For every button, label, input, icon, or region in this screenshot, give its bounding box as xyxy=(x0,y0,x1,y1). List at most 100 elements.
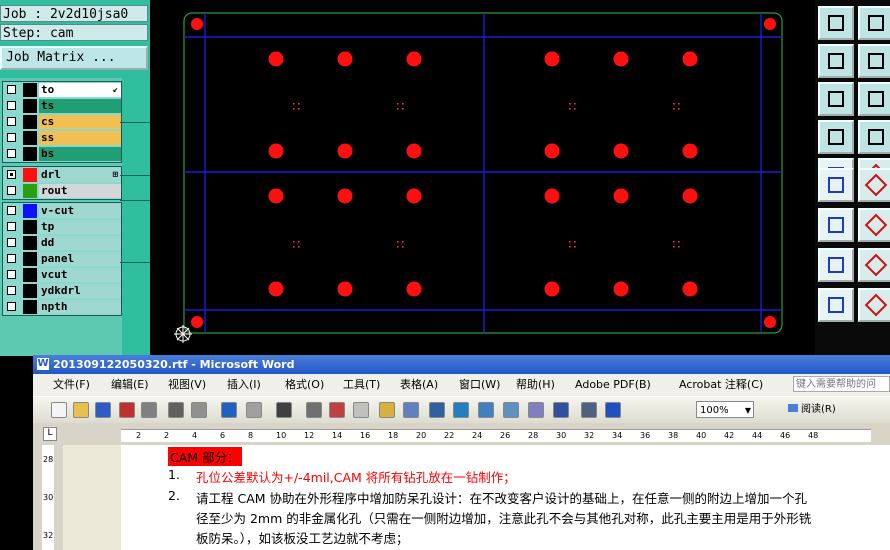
menu-item[interactable]: 工具(T) xyxy=(343,374,380,396)
job-matrix-button[interactable]: Job Matrix ... xyxy=(0,46,148,70)
help-search-input[interactable] xyxy=(793,376,890,392)
cross-tool-button[interactable] xyxy=(858,168,890,202)
layer-row[interactable]: cs xyxy=(3,114,121,130)
layer-color-swatch[interactable] xyxy=(23,99,37,113)
layer-color-swatch[interactable] xyxy=(23,220,37,234)
layer-color-swatch[interactable] xyxy=(23,268,37,282)
toolbar-button[interactable] xyxy=(528,402,544,418)
zoom-select[interactable]: 100% ▼ xyxy=(696,401,754,418)
menu-item[interactable]: 插入(I) xyxy=(227,374,261,396)
toolbar-button[interactable] xyxy=(51,402,67,418)
layer-name[interactable]: rout xyxy=(39,184,121,198)
layer-checkbox[interactable] xyxy=(7,186,16,195)
toolbar-button[interactable] xyxy=(306,402,322,418)
zoom-fit-tool-button[interactable] xyxy=(818,82,854,116)
layer-row[interactable]: vcut xyxy=(3,267,121,283)
layer-color-swatch[interactable] xyxy=(23,168,37,182)
toolbar-button[interactable] xyxy=(453,402,469,418)
layer-checkbox[interactable] xyxy=(7,206,16,215)
move-left-tool-button[interactable] xyxy=(818,44,854,78)
toolbar-button[interactable] xyxy=(403,402,419,418)
menu-item[interactable]: 表格(A) xyxy=(400,374,438,396)
layer-row[interactable]: ydkdrl xyxy=(3,283,121,299)
menu-item[interactable]: 编辑(E) xyxy=(111,374,149,396)
menu-item[interactable]: 窗口(W) xyxy=(459,374,500,396)
toolbar-button[interactable] xyxy=(168,402,184,418)
toolbar-button[interactable] xyxy=(191,402,207,418)
tab-stop-selector[interactable]: L xyxy=(43,427,57,441)
layer-checkbox[interactable] xyxy=(7,170,16,179)
layer-name[interactable]: to ↙ xyxy=(39,83,121,97)
layer-name[interactable]: bs xyxy=(39,147,121,161)
toolbar-button[interactable] xyxy=(478,402,494,418)
layer-name[interactable]: dd xyxy=(39,236,121,250)
line-angle-tool-button[interactable] xyxy=(818,208,854,242)
toolbar-button[interactable] xyxy=(379,402,395,418)
layer-color-swatch[interactable] xyxy=(23,147,37,161)
menu-item[interactable]: Adobe PDF(B) xyxy=(575,374,651,396)
layer-checkbox[interactable] xyxy=(7,254,16,263)
layer-name[interactable]: v-cut xyxy=(39,204,121,218)
layer-name[interactable]: vcut xyxy=(39,268,121,282)
layer-checkbox[interactable] xyxy=(7,270,16,279)
menu-item[interactable]: 视图(V) xyxy=(168,374,206,396)
menu-item[interactable]: 格式(O) xyxy=(285,374,324,396)
layer-checkbox[interactable] xyxy=(7,238,16,247)
measure-tool-button[interactable] xyxy=(818,120,854,154)
layer-row[interactable]: drl ⊞ xyxy=(3,167,121,183)
layer-row[interactable]: bs xyxy=(3,146,121,162)
layer-checkbox[interactable] xyxy=(7,149,16,158)
menu-item[interactable]: 帮助(H) xyxy=(516,374,555,396)
layer-row[interactable]: panel xyxy=(3,251,121,267)
layer-color-swatch[interactable] xyxy=(23,184,37,198)
layer-color-swatch[interactable] xyxy=(23,204,37,218)
line-h-tool-button[interactable] xyxy=(858,248,890,282)
layer-name[interactable]: cs xyxy=(39,115,121,129)
move-right-tool-button[interactable] xyxy=(858,44,890,78)
triangle-warning-tool-button[interactable] xyxy=(858,288,890,322)
layer-row[interactable]: ts xyxy=(3,98,121,114)
layer-color-swatch[interactable] xyxy=(23,236,37,250)
layer-checkbox[interactable] xyxy=(7,133,16,142)
cam-canvas[interactable] xyxy=(150,0,815,355)
layer-row[interactable]: npth xyxy=(3,299,121,315)
layer-color-swatch[interactable] xyxy=(23,115,37,129)
layer-checkbox[interactable] xyxy=(7,85,16,94)
layer-row[interactable]: to ↙ xyxy=(3,82,121,98)
grid-tool-button[interactable] xyxy=(858,120,890,154)
layer-row[interactable]: dd xyxy=(3,235,121,251)
layer-checkbox[interactable] xyxy=(7,286,16,295)
toolbar-button[interactable] xyxy=(605,402,621,418)
toolbar-button[interactable] xyxy=(246,402,262,418)
menu-item[interactable]: 文件(F) xyxy=(53,374,90,396)
layer-name[interactable]: ts xyxy=(39,99,121,113)
toolbar-button[interactable] xyxy=(503,402,519,418)
layer-color-swatch[interactable] xyxy=(23,131,37,145)
layer-color-swatch[interactable] xyxy=(23,284,37,298)
toolbar-button[interactable] xyxy=(119,402,135,418)
layer-checkbox[interactable] xyxy=(7,302,16,311)
layer-color-swatch[interactable] xyxy=(23,300,37,314)
zoom-window-tool-button[interactable] xyxy=(858,82,890,116)
menu-item[interactable]: Acrobat 注释(C) xyxy=(679,374,763,396)
layer-name[interactable]: ydkdrl xyxy=(39,284,121,298)
layer-row[interactable]: ss xyxy=(3,130,121,146)
toolbar-button[interactable] xyxy=(329,402,345,418)
layer-checkbox[interactable] xyxy=(7,117,16,126)
toolbar-button[interactable] xyxy=(429,402,445,418)
toolbar-button[interactable] xyxy=(73,402,89,418)
toolbar-button[interactable] xyxy=(141,402,157,418)
layer-name[interactable]: drl ⊞ xyxy=(39,168,121,182)
read-button[interactable]: 阅读(R) xyxy=(788,401,853,418)
layer-name[interactable]: ss xyxy=(39,131,121,145)
copy-down-tool-button[interactable] xyxy=(858,6,890,40)
layer-name[interactable]: panel xyxy=(39,252,121,266)
net-tool-button[interactable] xyxy=(818,168,854,202)
select-pad-tool-button[interactable] xyxy=(818,248,854,282)
line-tool-button[interactable] xyxy=(858,208,890,242)
toolbar-button[interactable] xyxy=(581,402,597,418)
toolbar-button[interactable] xyxy=(553,402,569,418)
toolbar-button[interactable] xyxy=(221,402,237,418)
board-view[interactable] xyxy=(150,0,815,355)
toolbar-button[interactable] xyxy=(353,402,369,418)
